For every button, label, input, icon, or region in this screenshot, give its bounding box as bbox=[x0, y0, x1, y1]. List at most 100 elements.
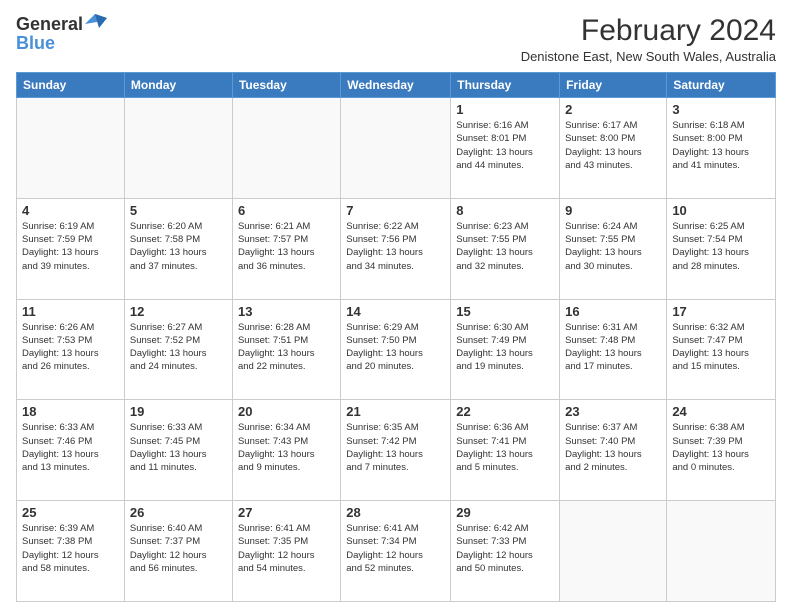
weekday-header-saturday: Saturday bbox=[667, 73, 776, 98]
calendar-cell: 27Sunrise: 6:41 AM Sunset: 7:35 PM Dayli… bbox=[232, 501, 340, 602]
calendar-week-1: 1 Sunrise: 6:16 AM Sunset: 8:01 PM Daylig… bbox=[17, 98, 776, 199]
weekday-header-monday: Monday bbox=[124, 73, 232, 98]
day-number: 18 bbox=[22, 404, 119, 419]
calendar-week-3: 11 Sunrise: 6:26 AM Sunset: 7:53 PM Dayli… bbox=[17, 299, 776, 400]
calendar-cell: 20Sunrise: 6:34 AM Sunset: 7:43 PM Dayli… bbox=[232, 400, 340, 501]
calendar-cell: 4 Sunrise: 6:19 AM Sunset: 7:59 PM Daylig… bbox=[17, 198, 125, 299]
calendar-cell: 1 Sunrise: 6:16 AM Sunset: 8:01 PM Daylig… bbox=[451, 98, 560, 199]
calendar-cell: 10Sunrise: 6:25 AM Sunset: 7:54 PM Dayli… bbox=[667, 198, 776, 299]
calendar-cell bbox=[341, 98, 451, 199]
calendar-cell: 19 Sunrise: 6:33 AM Sunset: 7:45 PM Dayli… bbox=[124, 400, 232, 501]
calendar-cell: 11 Sunrise: 6:26 AM Sunset: 7:53 PM Dayli… bbox=[17, 299, 125, 400]
day-number: 26 bbox=[130, 505, 227, 520]
day-info: Sunrise: 6:20 AM Sunset: 7:58 PM Dayligh… bbox=[130, 220, 227, 273]
day-number: 29 bbox=[456, 505, 554, 520]
day-number: 2 bbox=[565, 102, 661, 117]
day-info: Sunrise: 6:22 AM Sunset: 7:56 PM Dayligh… bbox=[346, 220, 445, 273]
day-number: 22 bbox=[456, 404, 554, 419]
day-info: Sunrise: 6:39 AM Sunset: 7:38 PM Dayligh… bbox=[22, 522, 119, 575]
calendar-table: SundayMondayTuesdayWednesdayThursdayFrid… bbox=[16, 72, 776, 602]
day-number: 4 bbox=[22, 203, 119, 218]
day-number: 21 bbox=[346, 404, 445, 419]
day-number: 6 bbox=[238, 203, 335, 218]
day-info: Sunrise: 6:21 AM Sunset: 7:57 PM Dayligh… bbox=[238, 220, 335, 273]
day-number: 16 bbox=[565, 304, 661, 319]
day-info: Sunrise: 6:19 AM Sunset: 7:59 PM Dayligh… bbox=[22, 220, 119, 273]
day-info: Sunrise: 6:17 AM Sunset: 8:00 PM Dayligh… bbox=[565, 119, 661, 172]
logo: General Blue bbox=[16, 14, 107, 54]
calendar-cell bbox=[560, 501, 667, 602]
day-number: 19 bbox=[130, 404, 227, 419]
day-info: Sunrise: 6:18 AM Sunset: 8:00 PM Dayligh… bbox=[672, 119, 770, 172]
weekday-header-thursday: Thursday bbox=[451, 73, 560, 98]
day-number: 5 bbox=[130, 203, 227, 218]
day-number: 3 bbox=[672, 102, 770, 117]
day-number: 17 bbox=[672, 304, 770, 319]
day-info: Sunrise: 6:37 AM Sunset: 7:40 PM Dayligh… bbox=[565, 421, 661, 474]
weekday-header-tuesday: Tuesday bbox=[232, 73, 340, 98]
calendar-week-4: 18 Sunrise: 6:33 AM Sunset: 7:46 PM Dayli… bbox=[17, 400, 776, 501]
calendar-cell: 25 Sunrise: 6:39 AM Sunset: 7:38 PM Dayli… bbox=[17, 501, 125, 602]
calendar-cell bbox=[17, 98, 125, 199]
day-number: 9 bbox=[565, 203, 661, 218]
calendar-week-5: 25 Sunrise: 6:39 AM Sunset: 7:38 PM Dayli… bbox=[17, 501, 776, 602]
calendar-cell: 14Sunrise: 6:29 AM Sunset: 7:50 PM Dayli… bbox=[341, 299, 451, 400]
calendar-cell: 29 Sunrise: 6:42 AM Sunset: 7:33 PM Dayli… bbox=[451, 501, 560, 602]
day-number: 24 bbox=[672, 404, 770, 419]
day-number: 11 bbox=[22, 304, 119, 319]
day-info: Sunrise: 6:36 AM Sunset: 7:41 PM Dayligh… bbox=[456, 421, 554, 474]
calendar-cell: 26Sunrise: 6:40 AM Sunset: 7:37 PM Dayli… bbox=[124, 501, 232, 602]
day-number: 15 bbox=[456, 304, 554, 319]
calendar-cell: 6 Sunrise: 6:21 AM Sunset: 7:57 PM Daylig… bbox=[232, 198, 340, 299]
day-number: 1 bbox=[456, 102, 554, 117]
calendar-cell: 3 Sunrise: 6:18 AM Sunset: 8:00 PM Daylig… bbox=[667, 98, 776, 199]
location: Denistone East, New South Wales, Austral… bbox=[521, 49, 776, 64]
calendar-cell: 24Sunrise: 6:38 AM Sunset: 7:39 PM Dayli… bbox=[667, 400, 776, 501]
calendar-body: 1 Sunrise: 6:16 AM Sunset: 8:01 PM Daylig… bbox=[17, 98, 776, 602]
day-info: Sunrise: 6:33 AM Sunset: 7:45 PM Dayligh… bbox=[130, 421, 227, 474]
weekday-header-friday: Friday bbox=[560, 73, 667, 98]
logo-bird-icon bbox=[85, 14, 107, 32]
day-number: 12 bbox=[130, 304, 227, 319]
day-info: Sunrise: 6:27 AM Sunset: 7:52 PM Dayligh… bbox=[130, 321, 227, 374]
day-info: Sunrise: 6:42 AM Sunset: 7:33 PM Dayligh… bbox=[456, 522, 554, 575]
calendar-cell: 2 Sunrise: 6:17 AM Sunset: 8:00 PM Daylig… bbox=[560, 98, 667, 199]
day-info: Sunrise: 6:33 AM Sunset: 7:46 PM Dayligh… bbox=[22, 421, 119, 474]
calendar-cell: 9 Sunrise: 6:24 AM Sunset: 7:55 PM Daylig… bbox=[560, 198, 667, 299]
day-info: Sunrise: 6:41 AM Sunset: 7:35 PM Dayligh… bbox=[238, 522, 335, 575]
day-info: Sunrise: 6:16 AM Sunset: 8:01 PM Dayligh… bbox=[456, 119, 554, 172]
calendar-cell: 13Sunrise: 6:28 AM Sunset: 7:51 PM Dayli… bbox=[232, 299, 340, 400]
day-info: Sunrise: 6:32 AM Sunset: 7:47 PM Dayligh… bbox=[672, 321, 770, 374]
day-number: 25 bbox=[22, 505, 119, 520]
calendar-week-2: 4 Sunrise: 6:19 AM Sunset: 7:59 PM Daylig… bbox=[17, 198, 776, 299]
day-info: Sunrise: 6:26 AM Sunset: 7:53 PM Dayligh… bbox=[22, 321, 119, 374]
calendar-cell bbox=[667, 501, 776, 602]
day-number: 23 bbox=[565, 404, 661, 419]
title-block: February 2024 Denistone East, New South … bbox=[521, 14, 776, 64]
day-info: Sunrise: 6:30 AM Sunset: 7:49 PM Dayligh… bbox=[456, 321, 554, 374]
day-info: Sunrise: 6:41 AM Sunset: 7:34 PM Dayligh… bbox=[346, 522, 445, 575]
day-info: Sunrise: 6:25 AM Sunset: 7:54 PM Dayligh… bbox=[672, 220, 770, 273]
day-number: 20 bbox=[238, 404, 335, 419]
day-number: 8 bbox=[456, 203, 554, 218]
calendar-cell: 15 Sunrise: 6:30 AM Sunset: 7:49 PM Dayli… bbox=[451, 299, 560, 400]
day-number: 7 bbox=[346, 203, 445, 218]
day-number: 13 bbox=[238, 304, 335, 319]
month-title: February 2024 bbox=[521, 14, 776, 47]
calendar-cell: 16Sunrise: 6:31 AM Sunset: 7:48 PM Dayli… bbox=[560, 299, 667, 400]
weekday-header-wednesday: Wednesday bbox=[341, 73, 451, 98]
logo-general: General bbox=[16, 14, 83, 35]
calendar-cell: 18 Sunrise: 6:33 AM Sunset: 7:46 PM Dayli… bbox=[17, 400, 125, 501]
calendar-cell: 7 Sunrise: 6:22 AM Sunset: 7:56 PM Daylig… bbox=[341, 198, 451, 299]
calendar-cell bbox=[124, 98, 232, 199]
day-info: Sunrise: 6:35 AM Sunset: 7:42 PM Dayligh… bbox=[346, 421, 445, 474]
calendar-cell: 23 Sunrise: 6:37 AM Sunset: 7:40 PM Dayli… bbox=[560, 400, 667, 501]
calendar-cell: 8 Sunrise: 6:23 AM Sunset: 7:55 PM Daylig… bbox=[451, 198, 560, 299]
calendar-cell bbox=[232, 98, 340, 199]
logo-blue: Blue bbox=[16, 33, 55, 54]
calendar-cell: 21 Sunrise: 6:35 AM Sunset: 7:42 PM Dayli… bbox=[341, 400, 451, 501]
calendar-cell: 28Sunrise: 6:41 AM Sunset: 7:34 PM Dayli… bbox=[341, 501, 451, 602]
page-header: General Blue February 2024 Denistone Eas… bbox=[16, 14, 776, 64]
day-info: Sunrise: 6:23 AM Sunset: 7:55 PM Dayligh… bbox=[456, 220, 554, 273]
day-info: Sunrise: 6:24 AM Sunset: 7:55 PM Dayligh… bbox=[565, 220, 661, 273]
